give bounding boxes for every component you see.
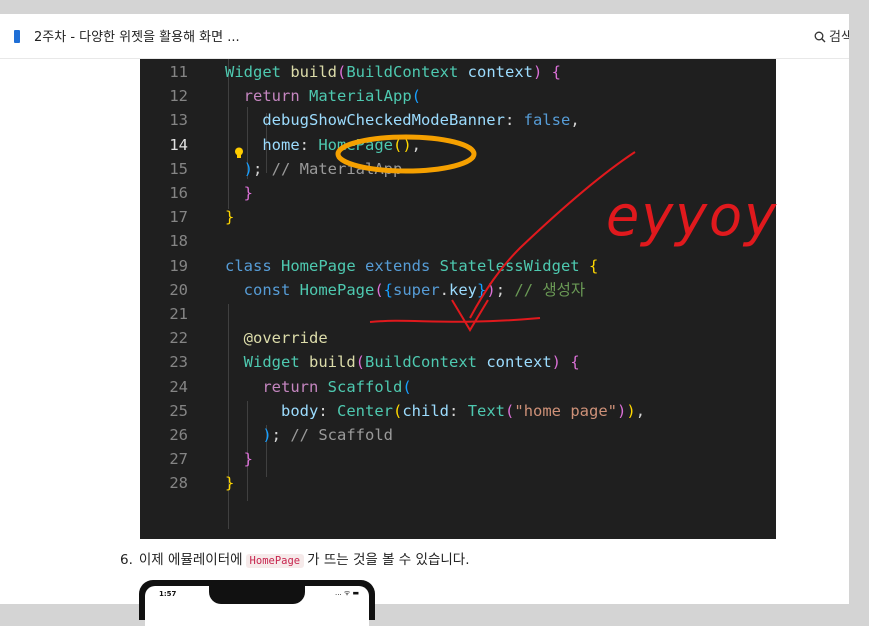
phone-status-icons: ... ᯤ ▬: [335, 589, 360, 597]
step-instruction: 6. 이제 에뮬레이터에 HomePage 가 뜨는 것을 볼 수 있습니다.: [120, 548, 470, 568]
handwritten-annotation: eyyoy: [335, 134, 778, 332]
step-number: 6.: [120, 552, 133, 568]
phone-screen: 1:57 ... ᯤ ▬: [145, 586, 369, 626]
document-page: 2주차 - 다양한 위젯을 활용해 화면 ... 검색 11 Widget bui…: [0, 0, 853, 626]
step-text-after: 가 뜨는 것을 볼 수 있습니다.: [307, 552, 470, 568]
error-arrow-head: [451, 299, 489, 332]
phone-time: 1:57: [159, 590, 177, 598]
error-underline: [369, 317, 541, 323]
window-top-bar: [0, 0, 869, 14]
step-text-before: 이제 에뮬레이터에: [138, 552, 243, 568]
highlight-circle: [335, 134, 477, 174]
inline-code: HomePage: [245, 554, 305, 568]
error-text: eyyoy: [606, 184, 778, 249]
scrollbar[interactable]: [849, 14, 869, 604]
emulator-screenshot: 1:57 ... ᯤ ▬: [139, 580, 375, 626]
phone-notch: [209, 586, 305, 604]
